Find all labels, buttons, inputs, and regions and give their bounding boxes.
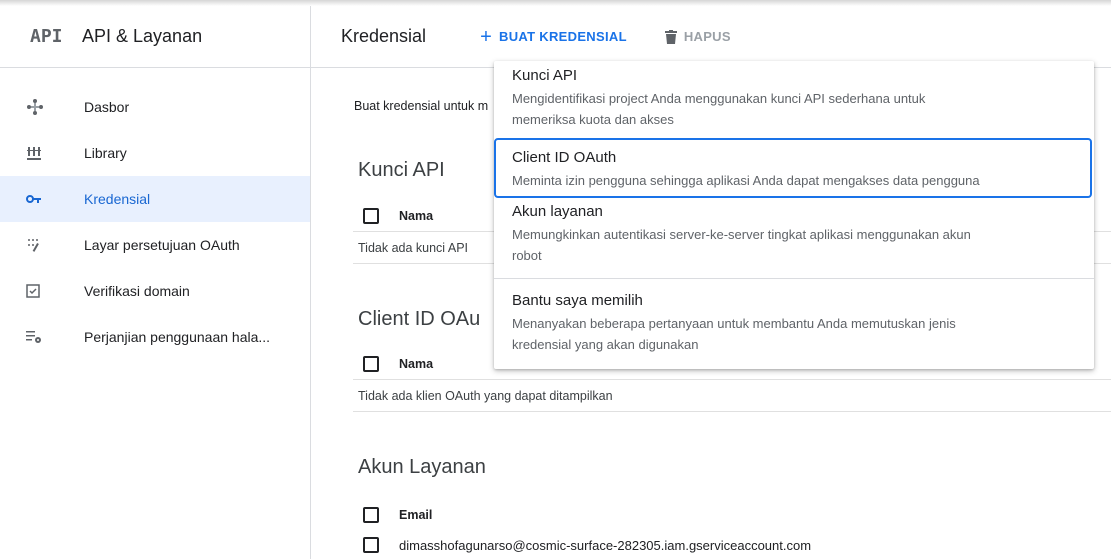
- plus-icon: +: [480, 25, 493, 48]
- sidebar-nav: Dasbor Library Kredensial Layar persetuj…: [0, 68, 310, 360]
- sidebar-item-label: Layar persetujuan OAuth: [84, 237, 240, 253]
- sidebar-item-label: Verifikasi domain: [84, 283, 190, 299]
- menu-item-title: Akun layanan: [512, 203, 603, 220]
- menu-item-title: Kunci API: [512, 67, 578, 84]
- menu-item-desc: Menanyakan beberapa pertanyaan untuk mem…: [512, 316, 956, 331]
- sidebar-item-oauth-consent[interactable]: Layar persetujuan OAuth: [0, 222, 310, 268]
- sidebar-item-library[interactable]: Library: [0, 130, 310, 176]
- sidebar-item-label: Dasbor: [84, 99, 130, 115]
- create-credential-label: BUAT KREDENSIAL: [499, 29, 627, 44]
- column-header-name: Nama: [399, 208, 434, 223]
- create-credential-button[interactable]: + BUAT KREDENSIAL: [480, 27, 627, 47]
- sidebar-item-kredensial[interactable]: Kredensial: [0, 176, 310, 222]
- sidebar-header: API API & Layanan: [0, 6, 310, 68]
- sidebar-item-page-usage-agreement[interactable]: Perjanjian penggunaan hala...: [0, 314, 310, 360]
- delete-button[interactable]: HAPUS: [664, 29, 731, 44]
- oauth-clients-title: Client ID OAu: [358, 308, 481, 330]
- sidebar: API API & Layanan Dasbor Library Kredens…: [0, 6, 311, 559]
- menu-item-desc: kredensial yang akan digunakan: [512, 337, 699, 352]
- menu-item-desc: Mengidentifikasi project Anda menggunaka…: [512, 91, 926, 106]
- select-all-checkbox[interactable]: [363, 355, 379, 372]
- sidebar-item-label: Perjanjian penggunaan hala...: [84, 329, 271, 345]
- menu-divider: [494, 278, 1094, 279]
- oauth-empty: Tidak ada klien OAuth yang dapat ditampi…: [353, 380, 1111, 412]
- page-title: Kredensial: [341, 26, 427, 46]
- toolbar: Kredensial + BUAT KREDENSIAL HAPUS: [311, 6, 1111, 68]
- sidebar-item-label: Library: [84, 145, 127, 161]
- menu-item-title: Client ID OAuth: [512, 149, 617, 166]
- trash-icon: [664, 29, 677, 44]
- consent-icon: [26, 238, 84, 252]
- menu-item-oauth-client-id[interactable]: Client ID OAuth Meminta izin pengguna se…: [494, 138, 1092, 198]
- dashboard-icon: [26, 98, 84, 116]
- key-icon: [26, 194, 84, 204]
- sidebar-item-domain-verification[interactable]: Verifikasi domain: [0, 268, 310, 314]
- settings-list-icon: [26, 330, 84, 344]
- api-keys-title: Kunci API: [358, 159, 445, 181]
- checkbox-icon: [26, 284, 84, 298]
- library-icon: [26, 145, 84, 161]
- column-header-name: Nama: [399, 356, 434, 371]
- sidebar-title: API & Layanan: [82, 26, 203, 46]
- menu-item-desc: Memungkinkan autentikasi server-ke-serve…: [512, 227, 971, 242]
- menu-item-service-account[interactable]: Akun layanan Memungkinkan autentikasi se…: [494, 202, 1094, 266]
- service-accounts-title: Akun Layanan: [358, 456, 486, 478]
- sidebar-item-dasbor[interactable]: Dasbor: [0, 84, 310, 130]
- menu-item-api-key[interactable]: Kunci API Mengidentifikasi project Anda …: [494, 66, 1094, 130]
- create-credential-menu: Kunci API Mengidentifikasi project Anda …: [494, 61, 1094, 369]
- service-table-header: Email: [353, 499, 1111, 531]
- table-row[interactable]: dimasshofagunarso@cosmic-surface-282305.…: [353, 530, 1111, 559]
- select-all-checkbox[interactable]: [363, 207, 379, 224]
- menu-item-desc: memeriksa kuota dan akses: [512, 112, 674, 127]
- menu-item-desc: Meminta izin pengguna sehingga aplikasi …: [512, 173, 980, 188]
- select-all-checkbox[interactable]: [363, 507, 379, 523]
- sidebar-item-label: Kredensial: [84, 191, 151, 207]
- menu-item-help-me-choose[interactable]: Bantu saya memilih Menanyakan beberapa p…: [494, 291, 1094, 355]
- menu-item-desc: robot: [512, 248, 542, 263]
- delete-label: HAPUS: [683, 29, 731, 44]
- column-header-email: Email: [399, 508, 433, 522]
- api-logo: API: [30, 26, 63, 47]
- service-account-email[interactable]: dimasshofagunarso@cosmic-surface-282305.…: [399, 538, 811, 553]
- row-checkbox[interactable]: [363, 537, 379, 553]
- menu-item-title: Bantu saya memilih: [512, 292, 643, 309]
- intro-text: Buat kredensial untuk m: [354, 99, 489, 113]
